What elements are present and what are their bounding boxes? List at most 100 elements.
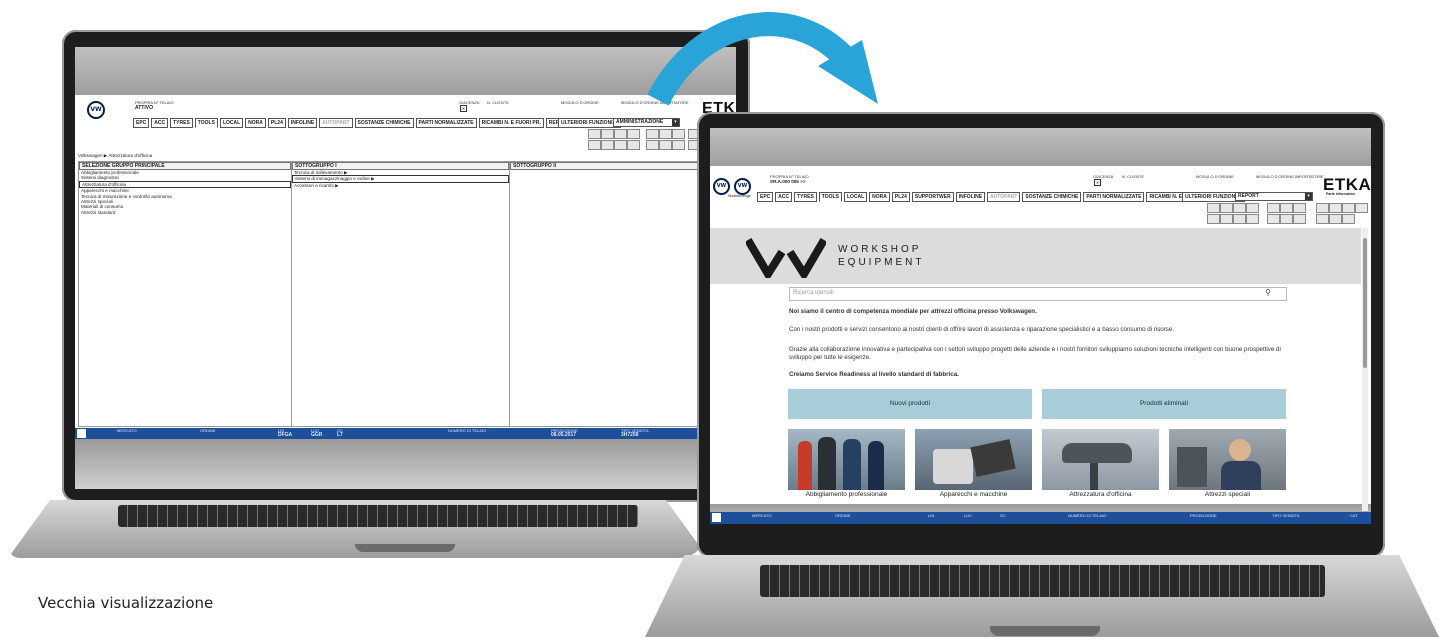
tab-nora[interactable]: NORA bbox=[869, 192, 890, 202]
list-item-selected[interactable]: Attrezzatura d'officina bbox=[79, 180, 291, 189]
luc-value: GGR bbox=[311, 432, 323, 438]
tab-local[interactable]: LOCAL bbox=[219, 118, 244, 128]
tab-infoline[interactable]: INFOLINE bbox=[955, 192, 986, 202]
warehouse-checkbox[interactable]: ✕ bbox=[460, 105, 467, 112]
list-item[interactable]: Accessori e ricambi ▶ bbox=[292, 183, 509, 188]
back-icon[interactable] bbox=[1342, 214, 1355, 224]
arrow-icon bbox=[647, 12, 878, 106]
flag-icon bbox=[712, 513, 721, 522]
tab-spare-parts[interactable]: RICAMBI N. E FUORI PR. bbox=[478, 118, 544, 128]
list-icon[interactable] bbox=[646, 129, 659, 139]
tab-tyres[interactable]: TYRES bbox=[170, 118, 193, 128]
caption-old-view: Vecchia visualizzazione bbox=[38, 594, 214, 612]
cat-label: CAT bbox=[1350, 513, 1358, 518]
function-select[interactable]: AMMINISTRAZIONE ▾ bbox=[613, 118, 680, 127]
tree-icon[interactable] bbox=[1293, 203, 1306, 213]
scrollbar-thumb[interactable] bbox=[1363, 238, 1367, 368]
scrollbar[interactable] bbox=[1362, 228, 1368, 511]
note-icon[interactable] bbox=[1246, 203, 1259, 213]
category-card[interactable]: Apparecchi e macchine bbox=[915, 429, 1032, 509]
pen-icon[interactable] bbox=[1316, 203, 1329, 213]
selection-panel: SELEZIONE GRUPPO PRINCIPALE Abbigliament… bbox=[78, 161, 735, 427]
keyboard-icon[interactable] bbox=[1207, 214, 1220, 224]
document-icon[interactable] bbox=[1280, 214, 1293, 224]
more-functions-button[interactable]: ULTERIORI FUNZIONI ▶ bbox=[558, 118, 621, 128]
car-icon[interactable] bbox=[1233, 214, 1246, 224]
new-products-button[interactable]: Nuovi prodotti bbox=[788, 389, 1032, 419]
key-icon[interactable] bbox=[601, 140, 614, 150]
send-icon[interactable] bbox=[614, 129, 627, 139]
keyboard-icon[interactable] bbox=[588, 140, 601, 150]
basket-icon[interactable] bbox=[1293, 214, 1306, 224]
old-status-bar: MERCATO ORDINE LIN DFGA LUC GGR GC L7 NU… bbox=[75, 428, 736, 439]
tab-local[interactable]: LOCAL bbox=[843, 192, 868, 202]
etka-subtitle: Parts Information bbox=[1326, 192, 1355, 196]
tool-search-field[interactable]: Ricerca utensili ⚲ bbox=[789, 287, 1287, 301]
bookmark-icon[interactable] bbox=[1329, 203, 1342, 213]
discontinued-products-button[interactable]: Prodotti eliminati bbox=[1042, 389, 1286, 419]
send-icon[interactable] bbox=[1233, 203, 1246, 213]
arrow-right-icon[interactable] bbox=[627, 140, 640, 150]
list-item[interactable]: Attrezzi standard bbox=[79, 210, 291, 215]
help-icon[interactable] bbox=[1355, 203, 1368, 213]
tab-acc[interactable]: ACC bbox=[775, 192, 793, 202]
main-group-column: SELEZIONE GRUPPO PRINCIPALE Abbigliament… bbox=[79, 162, 292, 426]
tab-tyres[interactable]: TYRES bbox=[794, 192, 817, 202]
client-label: N. CLIENTE bbox=[487, 100, 510, 105]
sale-type-label: TIPO VENDITA bbox=[1272, 513, 1300, 518]
copy-icon[interactable] bbox=[601, 129, 614, 139]
tab-tools[interactable]: TOOLS bbox=[194, 118, 218, 128]
cart-icon[interactable] bbox=[1267, 214, 1280, 224]
subgroup-1-column: SOTTOGRUPPO I Tecnica di sollevamento ▶ … bbox=[292, 162, 510, 426]
order-label: ORDINE bbox=[835, 513, 851, 518]
tab-pl24[interactable]: PL24 bbox=[267, 118, 286, 128]
category-card[interactable]: Attrezzi speciali bbox=[1169, 429, 1286, 509]
tab-standard-parts[interactable]: PARTI NORMALIZZATE bbox=[1083, 192, 1145, 202]
tab-epc[interactable]: EPC bbox=[133, 118, 150, 128]
list-icon[interactable] bbox=[1267, 203, 1280, 213]
category-card[interactable]: Abbigliamento professionale bbox=[788, 429, 905, 509]
document-icon[interactable] bbox=[659, 140, 672, 150]
arrow-right-icon[interactable] bbox=[1246, 214, 1259, 224]
tab-tools[interactable]: TOOLS bbox=[818, 192, 842, 202]
tab-chemicals[interactable]: SOSTANZE CHIMICHE bbox=[1022, 192, 1082, 202]
function-select[interactable]: REPORT ▾ bbox=[1235, 192, 1313, 201]
tab-autopart[interactable]: AUTOPART bbox=[319, 118, 353, 128]
chevron-down-icon: ▾ bbox=[672, 119, 679, 126]
category-card[interactable]: Attrezzatura d'officina bbox=[1042, 429, 1159, 509]
note-icon[interactable] bbox=[627, 129, 640, 139]
layers-icon[interactable] bbox=[1342, 203, 1355, 213]
tab-epc[interactable]: EPC bbox=[757, 192, 774, 202]
first-page-icon[interactable] bbox=[1316, 214, 1329, 224]
vw-chevron-logo bbox=[746, 237, 826, 278]
tab-chemicals[interactable]: SOSTANZE CHIMICHE bbox=[354, 118, 414, 128]
grid-icon[interactable] bbox=[659, 129, 672, 139]
cart-icon[interactable] bbox=[646, 140, 659, 150]
tab-infoline[interactable]: INFOLINE bbox=[287, 118, 318, 128]
vin-label: NUMERO DI TELAIO bbox=[1068, 513, 1107, 518]
basket-icon[interactable] bbox=[672, 140, 685, 150]
tab-autopart[interactable]: AUTOPART bbox=[987, 192, 1021, 202]
key-icon[interactable] bbox=[1220, 214, 1233, 224]
tree-icon[interactable] bbox=[672, 129, 685, 139]
print-icon[interactable] bbox=[1207, 203, 1220, 213]
previous-page-icon[interactable] bbox=[1329, 214, 1342, 224]
workshop-image bbox=[1042, 429, 1159, 490]
warehouse-checkbox[interactable]: ✕ bbox=[1094, 179, 1101, 186]
list-item-selected[interactable]: Sistemi di immagazzinaggio e ordine ▶ bbox=[292, 175, 509, 183]
main-group-header: SELEZIONE GRUPPO PRINCIPALE bbox=[79, 162, 291, 170]
search-icon[interactable]: ⚲ bbox=[1265, 288, 1271, 297]
tab-pl24[interactable]: PL24 bbox=[891, 192, 910, 202]
tab-standard-parts[interactable]: PARTI NORMALIZZATE bbox=[415, 118, 477, 128]
copy-icon[interactable] bbox=[1220, 203, 1233, 213]
car-icon[interactable] bbox=[614, 140, 627, 150]
collaboration-paragraph: Grazie alla collaborazione innovativa e … bbox=[789, 346, 1281, 361]
tab-nora[interactable]: NORA bbox=[245, 118, 266, 128]
grid-icon[interactable] bbox=[1280, 203, 1293, 213]
print-icon[interactable] bbox=[588, 129, 601, 139]
banner-title-line1: WORKSHOP bbox=[838, 244, 922, 255]
tab-supportwer[interactable]: SUPPORTWER bbox=[911, 192, 954, 202]
tab-acc[interactable]: ACC bbox=[151, 118, 169, 128]
order-form-label: MODULO D'ORDINE bbox=[561, 100, 599, 105]
vw-logo: VW bbox=[713, 178, 730, 195]
